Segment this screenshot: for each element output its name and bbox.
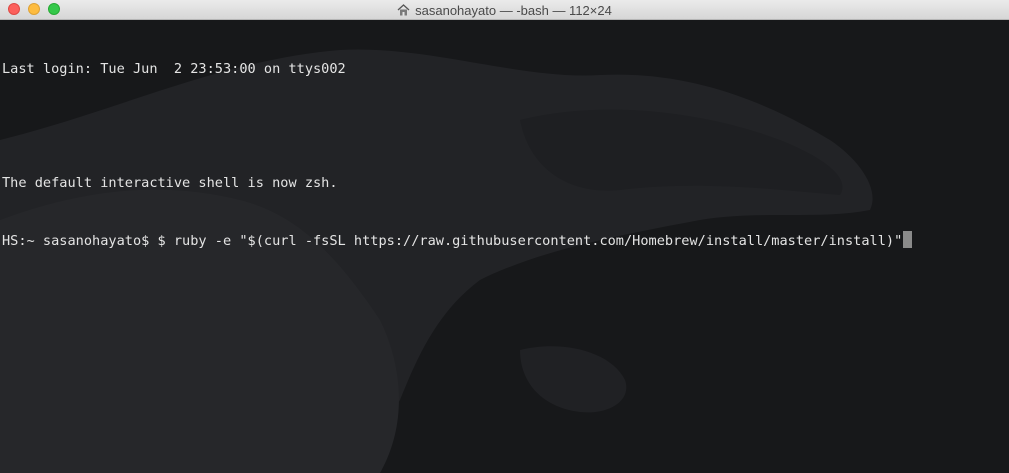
command-text: HS:~ sasanohayato$ $ ruby -e "$(curl -fs… bbox=[2, 233, 903, 249]
terminal-prompt-line[interactable]: HS:~ sasanohayato$ $ ruby -e "$(curl -fs… bbox=[2, 231, 913, 250]
terminal-line: Last login: Tue Jun 2 23:53:00 on ttys00… bbox=[2, 61, 346, 77]
terminal-area[interactable]: Last login: Tue Jun 2 23:53:00 on ttys00… bbox=[0, 20, 1009, 473]
title-bar[interactable]: sasanohayato — -bash — 112×24 bbox=[0, 0, 1009, 20]
text-cursor bbox=[903, 231, 913, 248]
terminal-line: The default interactive shell is now zsh… bbox=[2, 175, 338, 191]
window-title-container: sasanohayato — -bash — 112×24 bbox=[0, 0, 1009, 20]
terminal-output: Last login: Tue Jun 2 23:53:00 on ttys00… bbox=[2, 22, 913, 288]
window-title: sasanohayato — -bash — 112×24 bbox=[415, 2, 612, 18]
terminal-window: sasanohayato — -bash — 112×24 Last login… bbox=[0, 0, 1009, 473]
home-folder-icon bbox=[397, 4, 410, 16]
